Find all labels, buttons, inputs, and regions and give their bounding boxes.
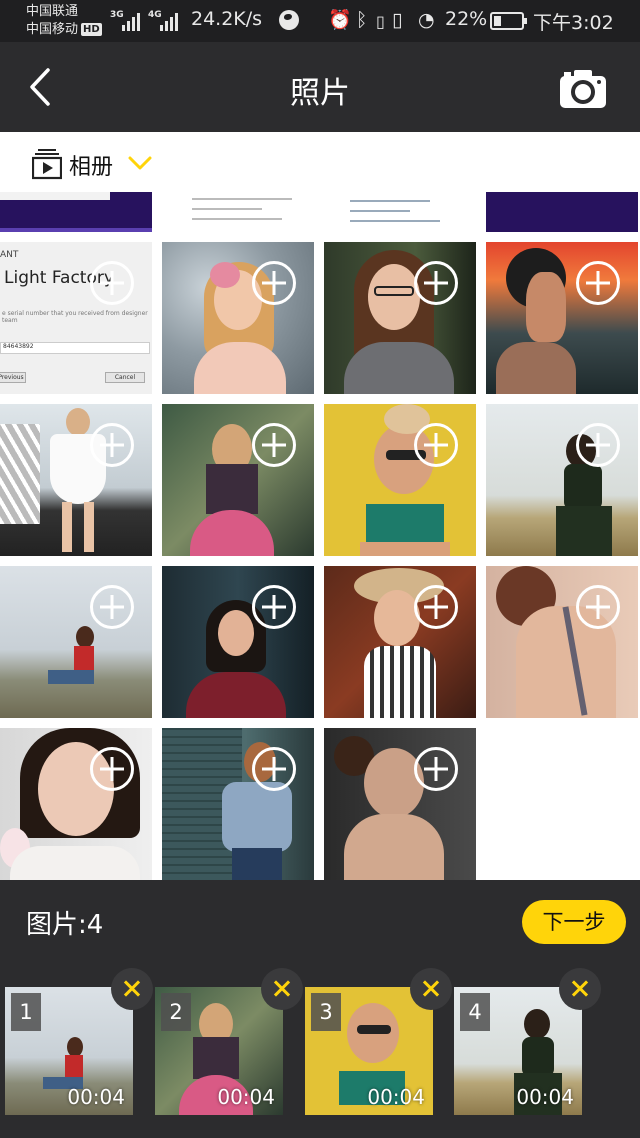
album-play-icon xyxy=(32,149,62,180)
photo-tile[interactable] xyxy=(324,242,476,394)
selected-duration: 00:04 xyxy=(367,1085,425,1109)
selected-item-3[interactable]: 3 00:04 xyxy=(305,987,433,1115)
dialog-tag: ANT xyxy=(0,250,19,260)
photo-tile[interactable] xyxy=(0,192,152,232)
page-title: 照片 xyxy=(290,76,350,111)
camera-icon[interactable] xyxy=(558,66,608,112)
selected-duration: 00:04 xyxy=(516,1085,574,1109)
photo-tile[interactable] xyxy=(486,404,638,556)
chevron-down-icon[interactable] xyxy=(128,156,152,170)
album-label[interactable]: 相册 xyxy=(69,149,113,181)
selected-index: 1 xyxy=(11,993,41,1031)
plus-circle-icon[interactable] xyxy=(90,261,134,305)
dialog-right-button: Cancel xyxy=(105,372,145,383)
plus-circle-icon[interactable] xyxy=(414,261,458,305)
bluetooth-icon: ᛒ xyxy=(356,9,368,31)
close-x-icon[interactable] xyxy=(559,968,601,1010)
photo-tile[interactable] xyxy=(0,728,152,880)
plus-circle-icon[interactable] xyxy=(414,585,458,629)
plus-circle-icon[interactable] xyxy=(576,585,620,629)
signal-icon xyxy=(122,11,140,31)
album-selector[interactable]: 相册 xyxy=(0,132,640,192)
plus-circle-icon[interactable] xyxy=(90,585,134,629)
plus-circle-icon[interactable] xyxy=(252,585,296,629)
selected-item-2[interactable]: 2 00:04 xyxy=(155,987,283,1115)
plus-circle-icon[interactable] xyxy=(576,423,620,467)
photo-tile[interactable] xyxy=(0,566,152,718)
photo-tile[interactable] xyxy=(162,404,314,556)
selection-panel: 图片:4 下一步 1 00:04 2 00:04 3 00:04 4 00:04 xyxy=(0,880,640,1138)
alarm-icon: ⏰ xyxy=(328,9,352,31)
plus-circle-icon[interactable] xyxy=(414,747,458,791)
speedometer-icon: ◔ xyxy=(418,9,435,31)
photo-tile[interactable] xyxy=(324,192,476,232)
photo-tile[interactable] xyxy=(162,242,314,394)
close-x-icon[interactable] xyxy=(111,968,153,1010)
app-header: 照片 xyxy=(0,42,640,132)
dialog-note: e serial number that you received from d… xyxy=(2,310,148,324)
carrier-info: 中国联通 中国移动 HD xyxy=(26,3,102,39)
battery-icon xyxy=(490,12,527,30)
dialog-field: 84643892 xyxy=(0,342,150,354)
plus-circle-icon[interactable] xyxy=(252,261,296,305)
plus-circle-icon[interactable] xyxy=(252,423,296,467)
photo-tile[interactable] xyxy=(162,566,314,718)
selected-item-4[interactable]: 4 00:04 xyxy=(454,987,582,1115)
plus-circle-icon[interactable] xyxy=(252,747,296,791)
vibrate-icon: ▯ xyxy=(376,12,385,31)
carrier-2: 中国移动 xyxy=(26,22,79,37)
plus-circle-icon[interactable] xyxy=(90,423,134,467)
selected-index: 2 xyxy=(161,993,191,1031)
signal-icon xyxy=(160,11,178,31)
selected-index: 3 xyxy=(311,993,341,1031)
battery-percent: 22% xyxy=(445,8,488,30)
status-bar: 中国联通 中国移动 HD 3G 4G 24.2K/s ⏰ ᛒ ▯ ▯ ◔ 22% … xyxy=(0,0,640,42)
photo-tile[interactable] xyxy=(486,242,638,394)
photo-tile[interactable] xyxy=(0,404,152,556)
globe-icon xyxy=(279,10,299,30)
next-step-button[interactable]: 下一步 xyxy=(522,900,626,944)
close-x-icon[interactable] xyxy=(410,968,452,1010)
plus-circle-icon[interactable] xyxy=(90,747,134,791)
photo-tile[interactable] xyxy=(162,728,314,880)
plus-circle-icon[interactable] xyxy=(414,423,458,467)
photo-grid: ANT Light Factory e serial number that y… xyxy=(0,192,640,880)
photo-tile[interactable] xyxy=(486,192,638,232)
photo-tile[interactable] xyxy=(324,566,476,718)
close-x-icon[interactable] xyxy=(261,968,303,1010)
selected-duration: 00:04 xyxy=(67,1085,125,1109)
network-speed: 24.2K/s xyxy=(191,8,263,30)
photo-tile[interactable] xyxy=(486,566,638,718)
dialog-left-button: Previous xyxy=(0,372,26,383)
clock: 下午3:02 xyxy=(533,12,614,34)
selected-item-1[interactable]: 1 00:04 xyxy=(5,987,133,1115)
selected-count: 图片:4 xyxy=(26,910,104,940)
photo-tile-screenshot[interactable]: ANT Light Factory e serial number that y… xyxy=(0,242,152,394)
photo-tile[interactable] xyxy=(324,728,476,880)
photo-tile[interactable] xyxy=(162,192,314,232)
plus-circle-icon[interactable] xyxy=(576,261,620,305)
vibrate-icon: ▯ xyxy=(392,9,403,31)
hd-badge: HD xyxy=(81,23,102,36)
selected-duration: 00:04 xyxy=(217,1085,275,1109)
photo-tile[interactable] xyxy=(324,404,476,556)
carrier-1: 中国联通 xyxy=(26,4,79,19)
selected-index: 4 xyxy=(460,993,490,1031)
